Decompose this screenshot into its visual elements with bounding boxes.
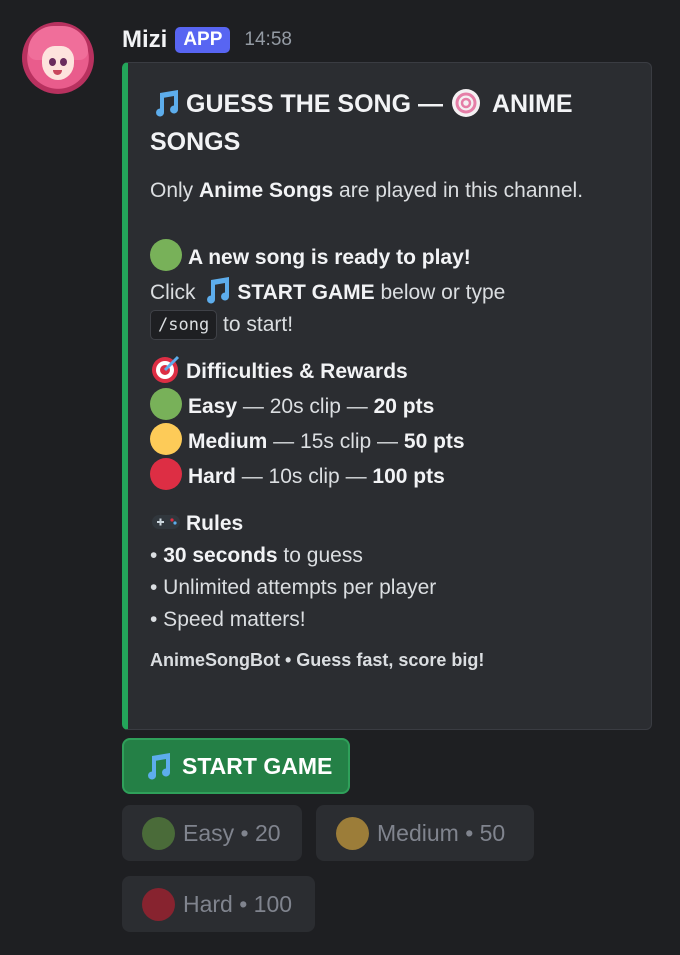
hard-label: Hard • 100 (183, 890, 293, 917)
rules-heading: Rules (150, 505, 629, 540)
ready-line: A new song is ready to play! (150, 239, 629, 274)
rule-item: • Speed matters! (150, 608, 306, 631)
slash-command[interactable]: /song (150, 310, 218, 340)
start-game-label: START GAME (182, 752, 333, 779)
embed-card: GUESS THE SONG — ANIME SONGS Only Anime … (122, 62, 652, 730)
username[interactable]: Mizi (122, 26, 167, 54)
medium-button[interactable]: Medium • 50 (316, 805, 534, 861)
difficulty-medium: Medium — 15s clip — 50 pts (150, 423, 629, 458)
rule-item: • Unlimited attempts per player (150, 576, 437, 599)
difficulties-heading: Difficulties & Rewards (150, 353, 629, 388)
music-note-icon (156, 90, 179, 117)
avatar[interactable] (22, 22, 94, 94)
message-header: Mizi APP 14:58 (122, 24, 292, 56)
embed-description: Only Anime Songs are played in this chan… (150, 175, 629, 636)
target-dart-icon (152, 355, 180, 383)
spiral-swirl-icon (451, 89, 480, 117)
yellow-circle-icon (150, 423, 182, 455)
green-circle-icon (142, 816, 175, 850)
command-line: /song to start! (150, 309, 629, 341)
click-instruction: Click START GAME below or type (150, 274, 629, 309)
music-note-icon (148, 753, 171, 780)
yellow-circle-icon (336, 816, 369, 850)
red-circle-icon (142, 887, 175, 921)
app-badge: APP (175, 27, 231, 53)
difficulty-easy: Easy — 20s clip — 20 pts (150, 388, 629, 423)
timestamp[interactable]: 14:58 (244, 29, 292, 51)
easy-button[interactable]: Easy • 20 (122, 805, 302, 861)
red-circle-icon (150, 458, 182, 490)
bot-message: Mizi APP 14:58 GUESS THE SONG — ANIME SO… (0, 0, 680, 955)
start-game-button[interactable]: START GAME (122, 738, 350, 794)
rule-item: • 30 seconds to guess (150, 544, 363, 567)
embed-title: GUESS THE SONG — ANIME SONGS (150, 85, 620, 161)
medium-label: Medium • 50 (377, 819, 506, 846)
difficulty-hard: Hard — 10s clip — 100 pts (150, 458, 629, 493)
green-circle-icon (150, 388, 182, 420)
hard-button[interactable]: Hard • 100 (122, 876, 315, 932)
music-note-icon (207, 277, 230, 304)
green-circle-icon (150, 239, 182, 271)
game-controller-icon (152, 515, 180, 529)
intro-text: Only Anime Songs are played in this chan… (150, 179, 584, 202)
easy-label: Easy • 20 (183, 819, 281, 846)
embed-footer: AnimeSongBot • Guess fast, score big! (150, 650, 485, 670)
